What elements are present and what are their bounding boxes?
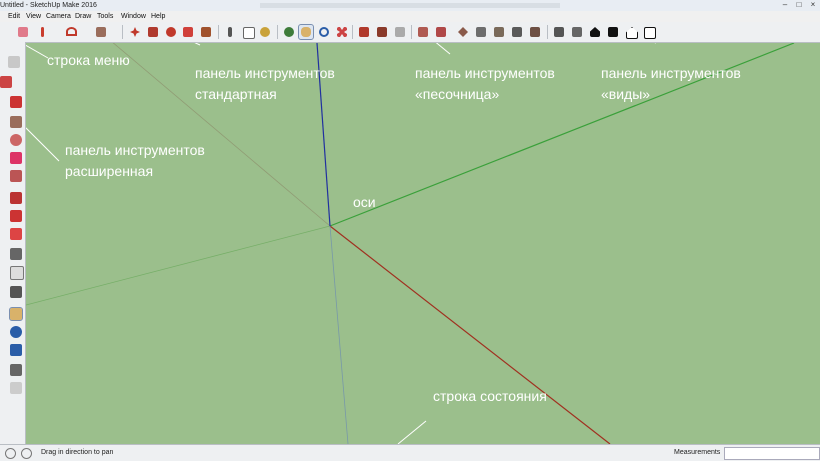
menu-view[interactable]: View bbox=[26, 11, 41, 22]
rotate-icon[interactable] bbox=[164, 25, 178, 39]
drape-icon[interactable] bbox=[492, 25, 506, 39]
pie-icon[interactable] bbox=[10, 170, 22, 182]
zoom-extents-side-icon[interactable] bbox=[10, 344, 22, 356]
text-icon[interactable] bbox=[241, 25, 255, 39]
menu-bar: Edit View Camera Draw Tools Window Help bbox=[0, 11, 820, 22]
measurements-input[interactable] bbox=[724, 447, 820, 460]
annotation-menu-row: строка меню bbox=[47, 52, 130, 68]
maximize-button[interactable]: □ bbox=[792, 0, 806, 10]
annotation-views-panel-line1: панель инструментов bbox=[601, 65, 741, 81]
iso-view-icon[interactable] bbox=[552, 25, 566, 39]
orbit-icon[interactable] bbox=[282, 25, 296, 39]
pushpull-icon[interactable] bbox=[146, 25, 160, 39]
annotation-standard-panel-line1: панель инструментов bbox=[195, 65, 335, 81]
pan-icon[interactable] bbox=[298, 24, 314, 40]
tape-icon[interactable] bbox=[223, 25, 237, 39]
annotation-sandbox-panel-line1: панель инструментов bbox=[415, 65, 555, 81]
pencil-icon[interactable] bbox=[36, 25, 50, 39]
measurements-label: Measurements bbox=[674, 449, 721, 456]
close-button[interactable]: × bbox=[806, 0, 820, 10]
window-title: Untitled - SketchUp Make 2016 bbox=[0, 2, 97, 9]
sandbox-from-scratch-icon[interactable] bbox=[434, 25, 448, 39]
front-view-icon[interactable] bbox=[588, 25, 602, 39]
axes-icon[interactable] bbox=[10, 286, 22, 298]
move-icon[interactable] bbox=[128, 25, 142, 39]
annotation-leaders bbox=[26, 43, 656, 444]
paint-icon[interactable] bbox=[258, 25, 272, 39]
rectangle-icon[interactable] bbox=[94, 25, 108, 39]
menu-draw[interactable]: Draw bbox=[75, 11, 91, 22]
protractor-icon[interactable] bbox=[10, 266, 24, 280]
menu-edit[interactable]: Edit bbox=[8, 11, 20, 22]
add-detail-icon[interactable] bbox=[510, 25, 524, 39]
menu-help[interactable]: Help bbox=[151, 11, 165, 22]
share-icon[interactable] bbox=[393, 25, 407, 39]
left-view-icon[interactable] bbox=[642, 25, 656, 39]
back-view-icon[interactable] bbox=[624, 25, 638, 39]
circle-icon[interactable] bbox=[10, 134, 22, 146]
rotate-side-icon[interactable] bbox=[10, 210, 22, 222]
annotation-status-row: строка состояния bbox=[433, 388, 547, 404]
annotation-sandbox-panel-line2: «песочница» bbox=[415, 86, 500, 102]
dimension-icon[interactable] bbox=[10, 248, 22, 260]
sandbox-from-contours-icon[interactable] bbox=[416, 25, 430, 39]
leader-extended-panel bbox=[26, 127, 60, 162]
eraser-icon[interactable] bbox=[16, 25, 30, 39]
annotation-standard-panel-line2: стандартная bbox=[195, 86, 277, 102]
select-icon[interactable] bbox=[8, 56, 20, 68]
menu-tools[interactable]: Tools bbox=[97, 11, 113, 22]
three-point-arc-icon[interactable] bbox=[10, 192, 22, 204]
annotation-views-panel-line2: «виды» bbox=[601, 86, 651, 102]
red-axis bbox=[329, 225, 611, 444]
annotation-extended-panel-line2: расширенная bbox=[65, 163, 154, 179]
zoom-window-icon[interactable] bbox=[10, 326, 22, 338]
zoom-extents-icon[interactable] bbox=[335, 25, 349, 39]
green-axis-hidden bbox=[26, 225, 331, 306]
leader-menu-row bbox=[26, 44, 49, 59]
leader-sandbox-panel bbox=[435, 43, 451, 55]
right-view-icon[interactable] bbox=[606, 25, 620, 39]
polygon-icon[interactable] bbox=[10, 152, 22, 164]
geolocation-icon[interactable] bbox=[5, 448, 16, 459]
offset-side-icon[interactable] bbox=[10, 228, 22, 240]
left-toolbar bbox=[0, 42, 26, 444]
status-bar: Drag in direction to pan Measurements bbox=[0, 444, 820, 461]
menu-camera[interactable]: Camera bbox=[46, 11, 71, 22]
user-icon[interactable] bbox=[21, 448, 32, 459]
arc-icon[interactable] bbox=[64, 25, 78, 39]
leader-status-row bbox=[397, 420, 427, 444]
freehand-icon[interactable] bbox=[10, 96, 22, 108]
top-toolbar bbox=[0, 22, 820, 43]
annotation-axes: оси bbox=[353, 194, 376, 210]
menu-window[interactable]: Window bbox=[121, 11, 146, 22]
leader-standard-panel bbox=[194, 43, 201, 46]
title-bar-blurred-area bbox=[260, 3, 560, 8]
blue-axis-hidden bbox=[329, 225, 349, 444]
rotated-rectangle-icon[interactable] bbox=[10, 116, 22, 128]
position-camera-icon[interactable] bbox=[10, 382, 22, 394]
status-hint: Drag in direction to pan bbox=[41, 449, 114, 456]
top-view-icon[interactable] bbox=[570, 25, 584, 39]
smoove-icon[interactable] bbox=[456, 25, 470, 39]
annotation-extended-panel-line1: панель инструментов bbox=[65, 142, 205, 158]
warehouse-icon[interactable] bbox=[357, 25, 371, 39]
flip-edge-icon[interactable] bbox=[528, 25, 542, 39]
pan-side-icon[interactable] bbox=[9, 307, 23, 321]
zoom-icon[interactable] bbox=[317, 25, 331, 39]
followme-icon[interactable] bbox=[181, 25, 195, 39]
make-component-icon[interactable] bbox=[0, 76, 12, 88]
walk-icon[interactable] bbox=[10, 364, 22, 376]
components-icon[interactable] bbox=[375, 25, 389, 39]
minimize-button[interactable]: – bbox=[778, 0, 792, 10]
stamp-icon[interactable] bbox=[474, 25, 488, 39]
scale-icon[interactable] bbox=[199, 25, 213, 39]
